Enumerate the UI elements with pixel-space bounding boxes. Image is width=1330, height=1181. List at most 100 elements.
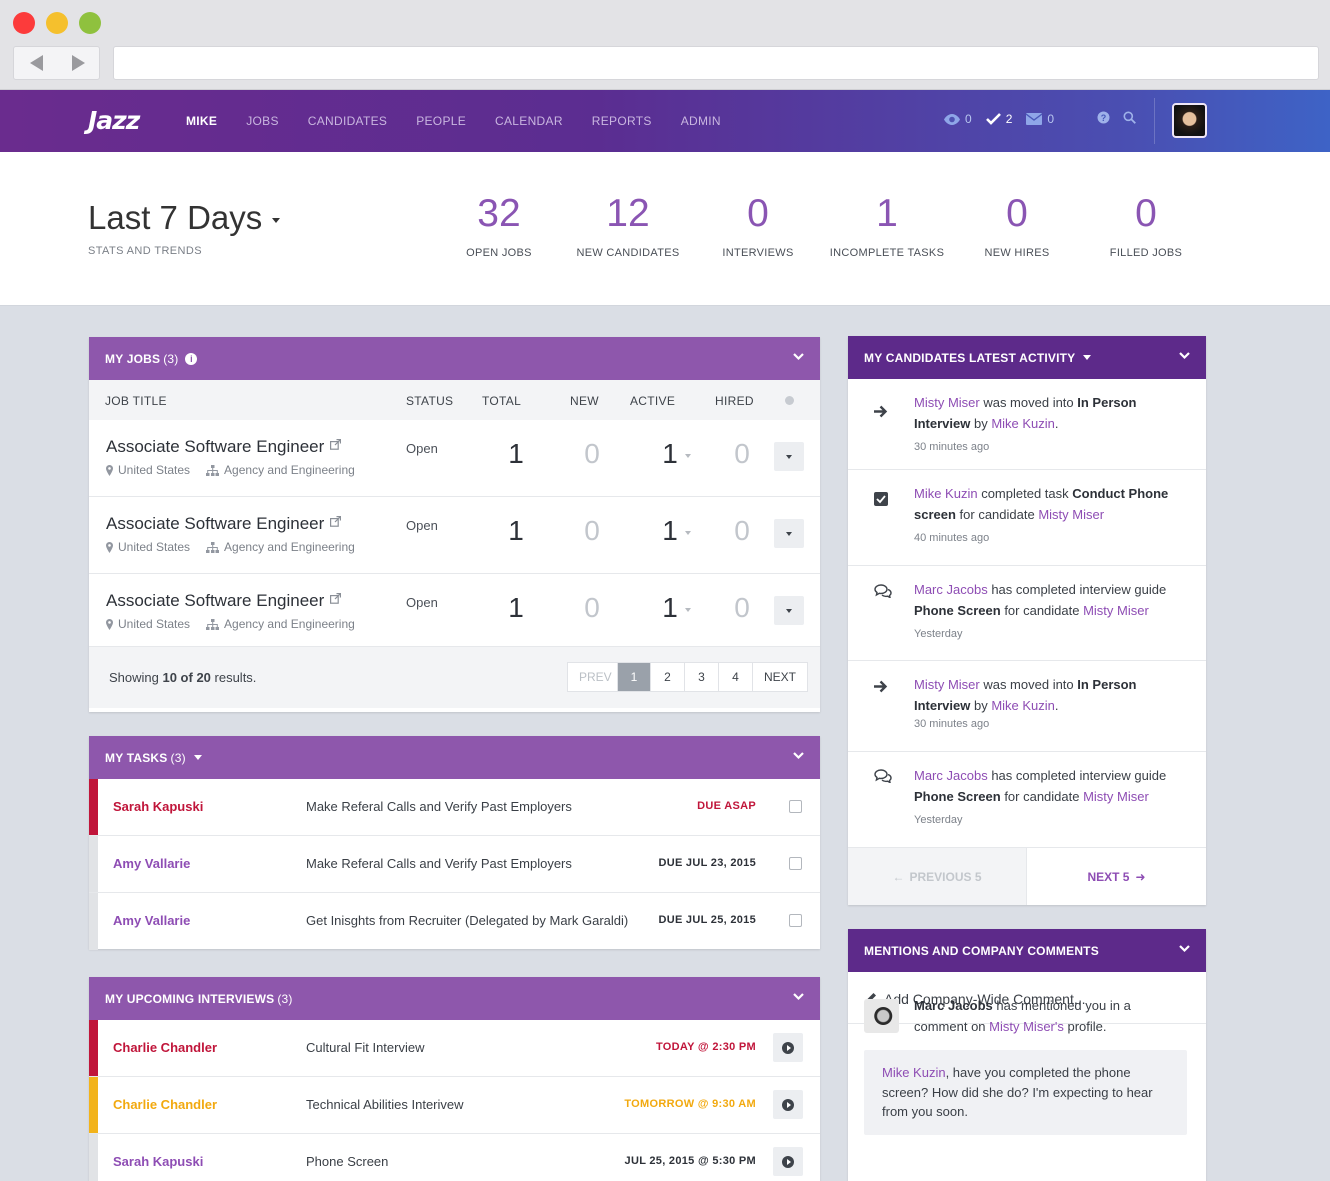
interview-row[interactable]: Sarah Kapuski Phone Screen JUL 25, 2015 … bbox=[89, 1134, 820, 1181]
chevron-down-icon[interactable] bbox=[1179, 352, 1190, 360]
chevron-down-icon[interactable] bbox=[1179, 945, 1190, 953]
job-actions-button[interactable] bbox=[774, 442, 804, 471]
task-checkbox[interactable] bbox=[789, 914, 802, 927]
interview-candidate-link[interactable]: Charlie Chandler bbox=[113, 1097, 217, 1112]
chevron-down-icon[interactable] bbox=[793, 353, 804, 361]
candidate-link[interactable]: Misty Miser bbox=[1083, 789, 1149, 804]
job-actions-button[interactable] bbox=[774, 596, 804, 625]
external-link-icon[interactable] bbox=[330, 439, 342, 450]
caret-down-icon[interactable] bbox=[272, 218, 280, 223]
period-selector[interactable]: Last 7 Days bbox=[88, 199, 262, 237]
interview-row[interactable]: Charlie Chandler Technical Abilities Int… bbox=[89, 1077, 820, 1134]
external-link-icon[interactable] bbox=[330, 593, 342, 604]
previous-5-button[interactable]: ← PREVIOUS 5 bbox=[848, 848, 1027, 905]
search-icon[interactable] bbox=[1123, 111, 1136, 124]
stat-open-jobs[interactable]: 32 OPEN JOBS bbox=[429, 190, 569, 259]
job-title-link[interactable]: Associate Software Engineer bbox=[106, 591, 342, 611]
col-job-title[interactable]: JOB TITLE bbox=[105, 394, 167, 408]
user-link[interactable]: Mike Kuzin bbox=[991, 416, 1055, 431]
job-row[interactable]: Associate Software Engineer United State… bbox=[89, 497, 820, 574]
tasks-counter[interactable]: 2 bbox=[985, 112, 1012, 126]
nav-item-people[interactable]: PEOPLE bbox=[416, 114, 466, 128]
pager-page-3[interactable]: 3 bbox=[685, 663, 719, 691]
back-arrow-icon[interactable] bbox=[30, 55, 43, 71]
user-link[interactable]: Mike Kuzin bbox=[991, 698, 1055, 713]
job-active[interactable]: 1 bbox=[650, 438, 690, 470]
forward-arrow-icon[interactable] bbox=[72, 55, 85, 71]
user-avatar[interactable] bbox=[1172, 103, 1207, 138]
interview-start-button[interactable] bbox=[773, 1090, 803, 1119]
window-minimize-button[interactable] bbox=[46, 12, 68, 34]
views-counter[interactable]: 0 bbox=[944, 112, 972, 126]
nav-item-candidates[interactable]: CANDIDATES bbox=[308, 114, 387, 128]
col-total[interactable]: TOTAL bbox=[482, 394, 521, 408]
job-total[interactable]: 1 bbox=[496, 438, 536, 470]
col-status[interactable]: STATUS bbox=[406, 394, 453, 408]
task-checkbox[interactable] bbox=[789, 857, 802, 870]
interview-row[interactable]: Charlie Chandler Cultural Fit Interview … bbox=[89, 1020, 820, 1077]
nav-item-mike[interactable]: MIKE bbox=[186, 114, 217, 128]
pager-page-4[interactable]: 4 bbox=[719, 663, 753, 691]
candidate-link[interactable]: Misty Miser bbox=[914, 395, 980, 410]
user-link[interactable]: Marc Jacobs bbox=[914, 582, 988, 597]
candidate-link[interactable]: Misty Miser bbox=[1083, 603, 1149, 618]
job-active[interactable]: 1 bbox=[650, 592, 690, 624]
col-new[interactable]: NEW bbox=[570, 394, 599, 408]
candidate-link[interactable]: Misty Miser bbox=[914, 677, 980, 692]
job-row[interactable]: Associate Software Engineer United State… bbox=[89, 420, 820, 497]
task-row[interactable]: Sarah Kapuski Make Referal Calls and Ver… bbox=[89, 779, 820, 836]
interview-start-button[interactable] bbox=[773, 1147, 803, 1176]
stat-new-hires[interactable]: 0 NEW HIRES bbox=[947, 190, 1087, 259]
task-row[interactable]: Amy Vallarie Get Inisghts from Recruiter… bbox=[89, 893, 820, 950]
help-icon[interactable]: ? bbox=[1097, 111, 1110, 124]
pager-prev-button[interactable]: PREV bbox=[568, 663, 618, 691]
next-5-button[interactable]: NEXT 5 ➜ bbox=[1027, 848, 1206, 905]
mentioned-user-link[interactable]: Mike Kuzin bbox=[882, 1065, 946, 1080]
window-maximize-button[interactable] bbox=[79, 12, 101, 34]
task-assignee-link[interactable]: Sarah Kapuski bbox=[113, 799, 203, 814]
column-settings-icon[interactable] bbox=[785, 396, 794, 405]
job-title-link[interactable]: Associate Software Engineer bbox=[106, 514, 342, 534]
caret-down-icon[interactable] bbox=[1083, 355, 1092, 360]
nav-item-reports[interactable]: REPORTS bbox=[592, 114, 652, 128]
my-jobs-header[interactable]: MY JOBS (3) i bbox=[89, 337, 820, 380]
my-tasks-header[interactable]: MY TASKS (3) bbox=[89, 736, 820, 779]
caret-down-icon[interactable] bbox=[193, 755, 202, 760]
job-hired[interactable]: 0 bbox=[722, 515, 762, 547]
user-link[interactable]: Mike Kuzin bbox=[914, 486, 978, 501]
mention-avatar[interactable] bbox=[864, 999, 899, 1033]
upcoming-interviews-header[interactable]: MY UPCOMING INTERVIEWS (3) bbox=[89, 977, 820, 1020]
job-total[interactable]: 1 bbox=[496, 515, 536, 547]
job-new[interactable]: 0 bbox=[572, 592, 612, 624]
task-assignee-link[interactable]: Amy Vallarie bbox=[113, 856, 190, 871]
col-active[interactable]: ACTIVE bbox=[630, 394, 675, 408]
nav-item-jobs[interactable]: JOBS bbox=[246, 114, 279, 128]
window-close-button[interactable] bbox=[13, 12, 35, 34]
job-actions-button[interactable] bbox=[774, 519, 804, 548]
stat-incomplete-tasks[interactable]: 1 INCOMPLETE TASKS bbox=[817, 190, 957, 259]
user-link[interactable]: Marc Jacobs bbox=[914, 768, 988, 783]
job-hired[interactable]: 0 bbox=[722, 592, 762, 624]
job-active[interactable]: 1 bbox=[650, 515, 690, 547]
stat-interviews[interactable]: 0 INTERVIEWS bbox=[688, 190, 828, 259]
stat-new-candidates[interactable]: 12 NEW CANDIDATES bbox=[558, 190, 698, 259]
candidate-link[interactable]: Misty Miser bbox=[1038, 507, 1104, 522]
job-title-link[interactable]: Associate Software Engineer bbox=[106, 437, 342, 457]
mention-author[interactable]: Marc Jacobs bbox=[914, 998, 993, 1013]
task-checkbox[interactable] bbox=[789, 800, 802, 813]
job-row[interactable]: Associate Software Engineer United State… bbox=[89, 574, 820, 646]
messages-counter[interactable]: 0 bbox=[1026, 112, 1054, 126]
candidates-activity-header[interactable]: MY CANDIDATES LATEST ACTIVITY bbox=[848, 336, 1206, 379]
chevron-down-icon[interactable] bbox=[793, 752, 804, 760]
task-assignee-link[interactable]: Amy Vallarie bbox=[113, 913, 190, 928]
pager-page-1[interactable]: 1 bbox=[618, 663, 651, 691]
info-icon[interactable]: i bbox=[185, 352, 198, 365]
job-new[interactable]: 0 bbox=[572, 515, 612, 547]
jazz-logo[interactable]: Jazz bbox=[88, 106, 140, 135]
stat-filled-jobs[interactable]: 0 FILLED JOBS bbox=[1076, 190, 1216, 259]
job-hired[interactable]: 0 bbox=[722, 438, 762, 470]
pager-page-2[interactable]: 2 bbox=[651, 663, 685, 691]
interview-candidate-link[interactable]: Sarah Kapuski bbox=[113, 1154, 203, 1169]
pager-next-button[interactable]: NEXT bbox=[753, 663, 807, 691]
address-bar[interactable] bbox=[113, 46, 1319, 80]
